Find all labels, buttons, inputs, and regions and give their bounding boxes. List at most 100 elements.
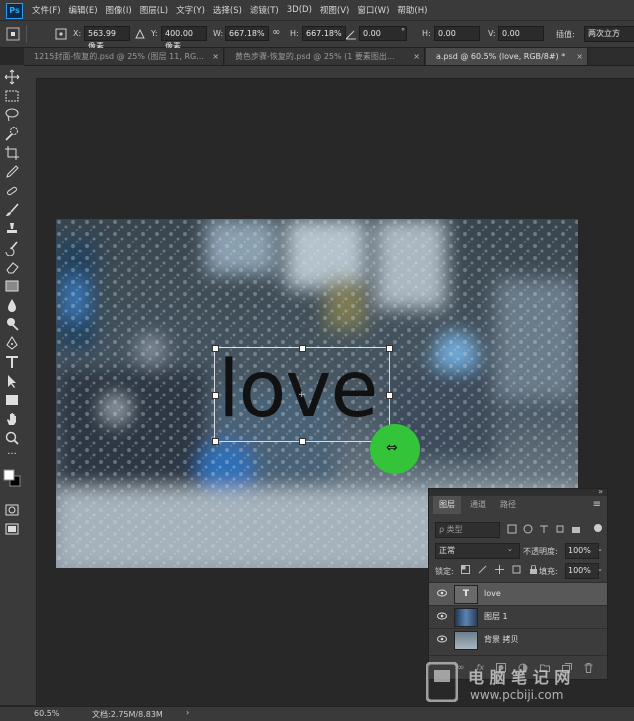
transform-handle[interactable]: [386, 345, 393, 352]
menu-view[interactable]: 视图(V): [320, 4, 349, 16]
visibility-eye-icon[interactable]: [437, 612, 447, 620]
photoshop-logo-icon[interactable]: Ps: [6, 3, 23, 19]
menu-type[interactable]: 文字(Y): [176, 4, 205, 16]
vskew-field[interactable]: 0.00: [498, 26, 544, 41]
lock-transparent-icon[interactable]: [461, 565, 470, 574]
more-tools-icon[interactable]: ···: [4, 449, 20, 465]
w-field[interactable]: 667.18%: [225, 26, 269, 41]
transform-handle[interactable]: [386, 392, 393, 399]
menu-filter[interactable]: 滤镜(T): [250, 4, 279, 16]
interpolation-select[interactable]: 两次立方: [584, 26, 634, 42]
x-label: X:: [73, 29, 82, 38]
chevron-down-icon: ⌄: [507, 545, 513, 553]
y-label: Y:: [151, 29, 158, 38]
tab-document-2[interactable]: 黄色步骤-恢复的.psd @ 25% (1 要素图出... ×: [225, 48, 425, 65]
chevron-down-icon[interactable]: ⌄: [597, 565, 603, 573]
screen-mode-icon[interactable]: [4, 521, 20, 537]
vskew-label: V:: [488, 29, 496, 38]
fill-label: 填充:: [539, 567, 558, 576]
angle-icon: [345, 30, 356, 40]
panel-header-strip: [429, 489, 607, 496]
status-arrow-icon[interactable]: ›: [186, 708, 189, 717]
tab-layers[interactable]: 图层: [433, 496, 461, 514]
chevron-down-icon[interactable]: ⌄: [597, 545, 603, 553]
document-size: 文档:2.75M/8.83M: [92, 710, 163, 719]
quick-mask-icon[interactable]: [4, 502, 20, 518]
zoom-level[interactable]: 60.5%: [34, 709, 59, 718]
tab-paths[interactable]: 路径: [494, 496, 522, 514]
menu-3d[interactable]: 3D(D): [287, 5, 312, 15]
eraser-tool-icon[interactable]: [4, 259, 20, 275]
layer-filter-select[interactable]: ρ 类型: [435, 522, 500, 538]
clone-stamp-tool-icon[interactable]: [4, 221, 20, 237]
filter-toggle[interactable]: [594, 524, 602, 532]
gradient-tool-icon[interactable]: [4, 278, 20, 294]
quick-selection-tool-icon[interactable]: [4, 126, 20, 142]
close-icon[interactable]: ×: [576, 48, 583, 65]
lock-artboard-icon[interactable]: [512, 565, 521, 574]
menu-help[interactable]: 帮助(H): [397, 4, 427, 16]
crop-tool-icon[interactable]: [4, 145, 20, 161]
hand-tool-icon[interactable]: [4, 411, 20, 427]
close-icon[interactable]: ×: [413, 48, 420, 65]
relative-position-icon[interactable]: [135, 29, 145, 39]
tab-channels[interactable]: 通道: [464, 496, 492, 514]
tab-document-1[interactable]: 1215封面-恢复的.psd @ 25% (图层 11, RG... ×: [24, 48, 224, 65]
menu-file[interactable]: 文件(F): [32, 4, 61, 16]
lock-pixels-icon[interactable]: [478, 565, 487, 574]
lock-position-icon[interactable]: [495, 565, 504, 574]
link-icon[interactable]: ∞: [457, 663, 465, 673]
path-selection-tool-icon[interactable]: [4, 373, 20, 389]
type-filter-icon[interactable]: [539, 524, 549, 534]
layers-panel: » 图层 通道 路径 ≡ ρ 类型 正常 ⌄ 不透明度: 100% ⌄ 锁定: …: [428, 487, 608, 680]
tab-document-active[interactable]: a.psd @ 60.5% (love, RGB/8#) * ×: [426, 48, 588, 65]
visibility-eye-icon[interactable]: [437, 589, 447, 597]
rectangle-tool-icon[interactable]: [4, 392, 20, 408]
layer-row-background-copy[interactable]: 背景 拷贝: [429, 628, 607, 651]
zoom-tool-icon[interactable]: [4, 430, 20, 446]
menu-bar: Ps 文件(F) 编辑(E) 图像(I) 图层(L) 文字(Y) 选择(S) 滤…: [0, 0, 634, 21]
dodge-tool-icon[interactable]: [4, 316, 20, 332]
panel-menu-icon[interactable]: ≡: [593, 499, 601, 510]
close-icon[interactable]: ×: [212, 48, 219, 65]
pixel-filter-icon[interactable]: [507, 524, 517, 534]
trash-icon[interactable]: [584, 662, 593, 673]
h-field[interactable]: 667.18%: [302, 26, 346, 41]
angle-field[interactable]: 0.00: [359, 26, 407, 41]
menu-edit[interactable]: 编辑(E): [69, 4, 98, 16]
menu-select[interactable]: 选择(S): [213, 4, 242, 16]
y-field[interactable]: 400.00 像素: [161, 26, 207, 51]
marquee-tool-icon[interactable]: [4, 88, 20, 104]
layer-row-layer1[interactable]: 图层 1: [429, 605, 607, 628]
reference-point-icon[interactable]: [55, 28, 67, 40]
shape-filter-icon[interactable]: [555, 524, 565, 534]
opacity-field[interactable]: 100%: [565, 543, 599, 559]
brush-tool-icon[interactable]: [4, 202, 20, 218]
menu-window[interactable]: 窗口(W): [357, 4, 389, 16]
lock-all-icon[interactable]: [529, 565, 538, 574]
tools-panel: ···: [0, 65, 25, 705]
visibility-eye-icon[interactable]: [437, 635, 447, 643]
move-tool-icon[interactable]: [4, 69, 20, 85]
lasso-tool-icon[interactable]: [4, 107, 20, 123]
layer-row-love[interactable]: T love: [429, 582, 607, 605]
adjustment-filter-icon[interactable]: [523, 524, 533, 534]
pen-tool-icon[interactable]: [4, 335, 20, 351]
blur-tool-icon[interactable]: [4, 297, 20, 313]
link-icon[interactable]: ∞: [272, 27, 280, 38]
layer-name: 图层 1: [484, 612, 508, 621]
fill-field[interactable]: 100%: [565, 563, 599, 579]
transform-tool-icon[interactable]: [6, 27, 20, 41]
history-brush-tool-icon[interactable]: [4, 240, 20, 256]
menu-layer[interactable]: 图层(L): [140, 4, 168, 16]
smart-object-filter-icon[interactable]: [571, 524, 581, 534]
color-swatches-icon[interactable]: [3, 467, 21, 489]
collapse-icon[interactable]: »: [598, 487, 603, 496]
type-tool-icon[interactable]: [4, 354, 20, 370]
eyedropper-tool-icon[interactable]: [4, 164, 20, 180]
menu-image[interactable]: 图像(I): [106, 4, 132, 16]
filter-icons: [507, 524, 581, 534]
healing-brush-tool-icon[interactable]: [4, 183, 20, 199]
hskew-field[interactable]: 0.00: [434, 26, 480, 41]
x-field[interactable]: 563.99 像素: [84, 26, 130, 51]
